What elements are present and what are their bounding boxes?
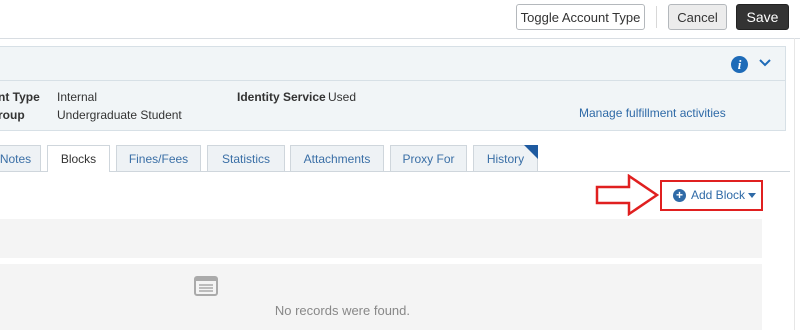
manage-fulfillment-link[interactable]: Manage fulfillment activities bbox=[579, 106, 726, 120]
account-type-label: nt Type bbox=[0, 90, 40, 104]
identity-service-label: Identity Service bbox=[237, 90, 326, 104]
user-group-value: Undergraduate Student bbox=[57, 108, 182, 122]
tab-label: Blocks bbox=[60, 152, 97, 166]
tab-corner-marker-icon bbox=[524, 145, 538, 159]
list-icon bbox=[194, 276, 218, 296]
tab-attachments[interactable]: Attachments bbox=[290, 145, 384, 171]
user-info-panel: i nt Type Internal roup Undergraduate St… bbox=[0, 46, 786, 131]
tab-fines-fees[interactable]: Fines/Fees bbox=[116, 145, 201, 171]
tab-statistics[interactable]: Statistics bbox=[207, 145, 285, 171]
arrow-annotation-icon bbox=[595, 174, 659, 216]
tab-label: Proxy For bbox=[402, 151, 455, 166]
empty-message: No records were found. bbox=[274, 303, 410, 318]
tab-label: Statistics bbox=[221, 151, 270, 166]
toolbar-divider bbox=[656, 6, 657, 28]
chevron-down-icon[interactable] bbox=[758, 58, 772, 68]
tab-label: Notes bbox=[0, 151, 32, 166]
tab-label: Attachments bbox=[303, 151, 371, 166]
blocks-header-row bbox=[0, 219, 762, 258]
tab-proxy-for[interactable]: Proxy For bbox=[390, 145, 467, 171]
add-block-label: Add Block bbox=[691, 188, 746, 202]
tab-notes[interactable]: Notes bbox=[0, 145, 41, 171]
cancel-button[interactable]: Cancel bbox=[668, 4, 727, 30]
tab-label: Fines/Fees bbox=[128, 151, 189, 166]
add-block-button[interactable]: + Add Block bbox=[673, 188, 757, 202]
panel-header: i bbox=[0, 47, 785, 81]
scroll-edge bbox=[794, 38, 795, 330]
user-group-label: roup bbox=[0, 108, 25, 122]
toggle-account-type-button[interactable]: Toggle Account Type bbox=[516, 4, 645, 30]
info-icon[interactable]: i bbox=[731, 56, 748, 73]
account-type-value: Internal bbox=[57, 90, 98, 104]
blocks-empty-area bbox=[0, 264, 762, 330]
tab-label: History bbox=[486, 151, 525, 166]
tabs-baseline bbox=[0, 171, 790, 172]
identity-service-value: Used bbox=[328, 90, 357, 104]
plus-circle-icon: + bbox=[673, 188, 686, 202]
save-button[interactable]: Save bbox=[736, 4, 789, 30]
top-toolbar: Toggle Account Type Cancel Save bbox=[0, 0, 800, 39]
caret-down-icon bbox=[748, 193, 757, 198]
tab-blocks[interactable]: Blocks bbox=[47, 145, 110, 172]
